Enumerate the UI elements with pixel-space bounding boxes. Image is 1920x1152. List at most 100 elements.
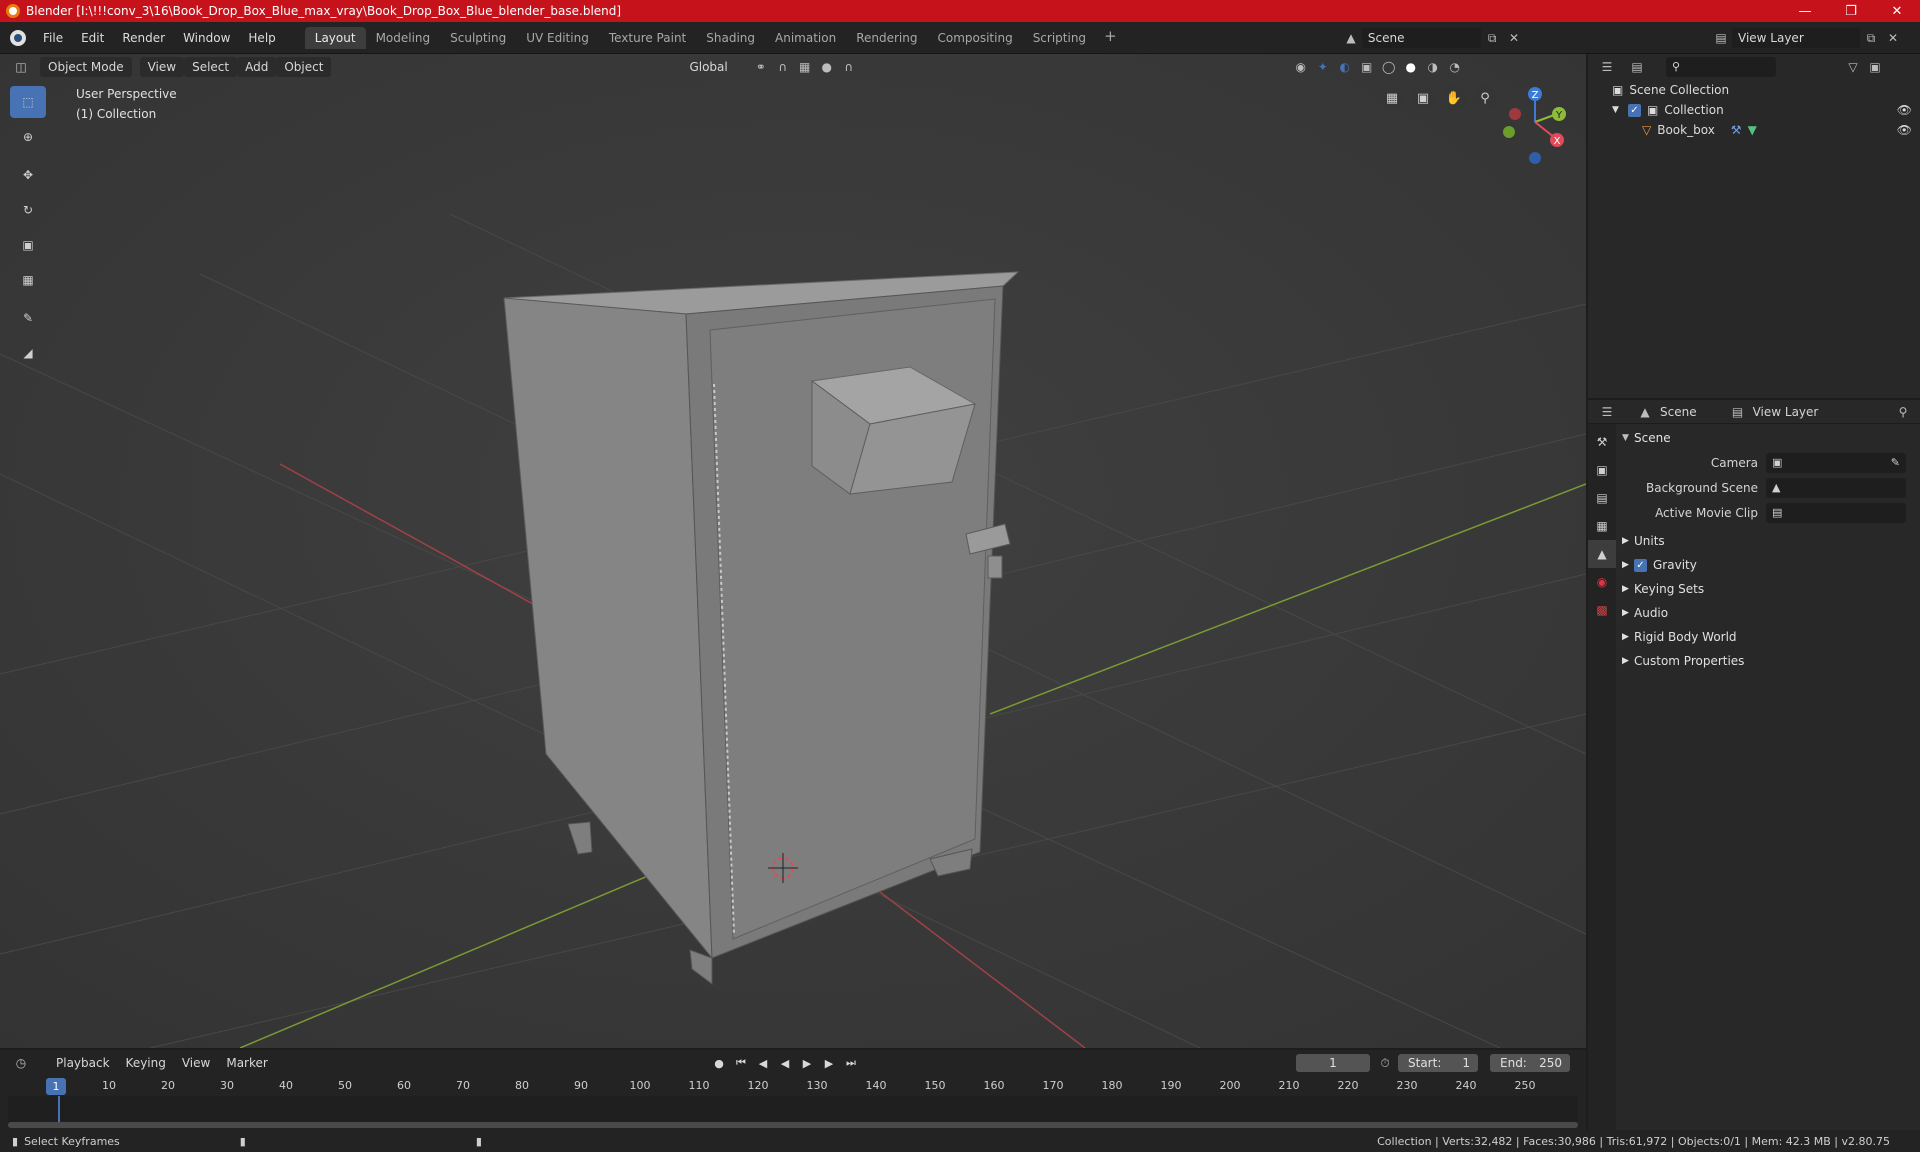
outliner-row-collection[interactable]: ▼ ✓ ▣ Collection 👁 xyxy=(1588,100,1920,120)
view-layer-name-field[interactable]: View Layer xyxy=(1732,28,1860,48)
gravity-panel[interactable]: ▶ ✓ Gravity xyxy=(1616,553,1920,577)
filter-icon[interactable]: ▽ xyxy=(1842,57,1864,77)
select-box-tool[interactable]: ⬚ xyxy=(10,86,46,118)
annotate-tool[interactable]: ✎ xyxy=(10,302,46,334)
current-frame-field[interactable]: 1 xyxy=(1296,1054,1370,1072)
texture-tab-icon[interactable]: ▩ xyxy=(1588,596,1616,624)
3d-viewport[interactable]: Z Y X ◫ Object Mode View Select Add Obje… xyxy=(0,54,1586,1048)
pan-hand-icon[interactable]: ✋ xyxy=(1442,86,1466,110)
play-reverse-icon[interactable]: ◀ xyxy=(776,1054,794,1072)
rendered-shading-icon[interactable]: ◔ xyxy=(1444,57,1466,77)
end-frame-field[interactable]: End: 250 xyxy=(1490,1054,1570,1072)
tab-texture-paint[interactable]: Texture Paint xyxy=(599,27,696,49)
camera-view-icon[interactable]: ▣ xyxy=(1411,86,1435,110)
units-panel[interactable]: ▶ Units xyxy=(1616,529,1920,553)
transform-orientation-dropdown[interactable]: Global xyxy=(681,57,735,77)
menu-select[interactable]: Select xyxy=(184,57,238,77)
collection-visibility-eye-icon[interactable]: 👁 xyxy=(1897,103,1912,117)
background-scene-field[interactable]: ▲ xyxy=(1766,477,1906,498)
keying-sets-expand-arrow[interactable]: ▶ xyxy=(1622,584,1634,594)
frame-ruler[interactable]: 1 10 20 30 40 50 60 70 80 90 100 110 120 130 140 150 16… xyxy=(8,1076,1578,1096)
jump-end-icon[interactable]: ⏭ xyxy=(842,1054,860,1072)
scene-name-field[interactable]: Scene xyxy=(1361,28,1482,48)
keying-sets-panel[interactable]: ▶ Keying Sets xyxy=(1616,577,1920,601)
menu-view[interactable]: View xyxy=(139,57,185,77)
gravity-expand-arrow[interactable]: ▶ xyxy=(1622,560,1634,570)
render-tab-icon[interactable]: ▣ xyxy=(1588,456,1616,484)
menu-edit[interactable]: Edit xyxy=(72,27,113,49)
output-tab-icon[interactable]: ▤ xyxy=(1588,484,1616,512)
tab-sculpting[interactable]: Sculpting xyxy=(440,27,516,49)
rotate-tool[interactable]: ↻ xyxy=(10,194,46,226)
new-scene-icon[interactable]: ⧉ xyxy=(1481,28,1503,48)
xray-icon[interactable]: ▣ xyxy=(1356,57,1378,77)
outliner-editor-type-icon[interactable]: ☰ xyxy=(1596,57,1618,77)
new-collection-icon[interactable]: ▣ xyxy=(1864,57,1886,77)
menu-playback[interactable]: Playback xyxy=(48,1053,118,1073)
tab-animation[interactable]: Animation xyxy=(765,27,846,49)
proportional-edit-icon[interactable]: ● xyxy=(816,57,838,77)
move-tool[interactable]: ✥ xyxy=(10,159,46,191)
timeline-editor[interactable]: ◷ Playback Keying View Marker ● ⏮ ◀ ◀ ▶ … xyxy=(0,1050,1586,1130)
transform-tool[interactable]: ▦ xyxy=(10,264,46,296)
menu-add[interactable]: Add xyxy=(237,57,277,77)
viewport-scene[interactable]: Z Y X xyxy=(0,54,1586,1048)
properties-editor-type-icon[interactable]: ☰ xyxy=(1596,402,1618,422)
blender-logo-icon[interactable] xyxy=(10,29,26,46)
tab-compositing[interactable]: Compositing xyxy=(927,27,1022,49)
current-frame-marker[interactable]: 1 xyxy=(46,1078,66,1095)
pivot-point-icon[interactable]: ⚭ xyxy=(750,57,772,77)
menu-help[interactable]: Help xyxy=(239,27,284,49)
tab-uv-editing[interactable]: UV Editing xyxy=(516,27,599,49)
timeline-editor-type-icon[interactable]: ◷ xyxy=(10,1053,32,1073)
snap-icon[interactable]: ∩ xyxy=(772,57,794,77)
modifier-wrench-icon[interactable]: ⚒ xyxy=(1731,123,1742,137)
custom-properties-expand-arrow[interactable]: ▶ xyxy=(1622,656,1634,666)
outliner-search-input[interactable]: ⚲ xyxy=(1666,57,1776,77)
menu-render[interactable]: Render xyxy=(113,27,174,49)
record-icon[interactable]: ● xyxy=(710,1054,728,1072)
pin-icon[interactable]: ⚲ xyxy=(1892,402,1914,422)
menu-object[interactable]: Object xyxy=(276,57,332,77)
scene-tab-icon[interactable]: ▲ xyxy=(1588,540,1616,568)
audio-panel[interactable]: ▶ Audio xyxy=(1616,601,1920,625)
eyedropper-icon[interactable]: ✎ xyxy=(1891,456,1900,469)
book-box-visibility-eye-icon[interactable]: 👁 xyxy=(1897,123,1912,137)
solid-shading-icon[interactable]: ● xyxy=(1400,57,1422,77)
rigid-body-world-expand-arrow[interactable]: ▶ xyxy=(1622,632,1634,642)
material-shading-icon[interactable]: ◑ xyxy=(1422,57,1444,77)
menu-marker[interactable]: Marker xyxy=(218,1053,275,1073)
timeline-scrollbar[interactable] xyxy=(8,1122,1578,1128)
falloff-icon[interactable]: ∩ xyxy=(838,57,860,77)
add-workspace-button[interactable]: + xyxy=(1096,27,1125,49)
delete-scene-icon[interactable]: ✕ xyxy=(1503,28,1525,48)
rigid-body-world-panel[interactable]: ▶ Rigid Body World xyxy=(1616,625,1920,649)
scene-panel-header[interactable]: ▼ Scene xyxy=(1616,426,1920,450)
menu-keying[interactable]: Keying xyxy=(118,1053,174,1073)
tab-modeling[interactable]: Modeling xyxy=(366,27,441,49)
snap-target-icon[interactable]: ▦ xyxy=(794,57,816,77)
overlays-icon[interactable]: ◐ xyxy=(1334,57,1356,77)
display-mode-icon[interactable]: ▤ xyxy=(1626,57,1648,77)
scale-tool[interactable]: ▣ xyxy=(10,229,46,261)
scene-icon[interactable]: ▲ xyxy=(1340,28,1362,48)
tool-tab-icon[interactable]: ⚒ xyxy=(1588,428,1616,456)
gravity-checkbox[interactable]: ✓ xyxy=(1634,558,1647,572)
next-keyframe-icon[interactable]: ▶ xyxy=(820,1054,838,1072)
new-view-layer-icon[interactable]: ⧉ xyxy=(1860,28,1882,48)
zoom-icon[interactable]: ⚲ xyxy=(1473,86,1497,110)
toggle-ortho-icon[interactable]: ▦ xyxy=(1380,86,1404,110)
world-tab-icon[interactable]: ◉ xyxy=(1588,568,1616,596)
minimize-button[interactable]: — xyxy=(1782,0,1828,22)
outliner-row-book-box[interactable]: ▽ Book_box ⚒ ▼ 👁 xyxy=(1588,120,1920,140)
jump-start-icon[interactable]: ⏮ xyxy=(732,1054,750,1072)
tab-rendering[interactable]: Rendering xyxy=(846,27,927,49)
editor-type-icon[interactable]: ◫ xyxy=(10,57,32,77)
collection-exclude-checkbox[interactable]: ✓ xyxy=(1628,103,1641,117)
measure-tool[interactable]: ◢ xyxy=(10,337,46,369)
gizmo-toggle-icon[interactable]: ✦ xyxy=(1312,57,1334,77)
tab-scripting[interactable]: Scripting xyxy=(1023,27,1096,49)
audio-expand-arrow[interactable]: ▶ xyxy=(1622,608,1634,618)
wireframe-shading-icon[interactable]: ◯ xyxy=(1378,57,1400,77)
timeline-menu-view[interactable]: View xyxy=(174,1053,218,1073)
